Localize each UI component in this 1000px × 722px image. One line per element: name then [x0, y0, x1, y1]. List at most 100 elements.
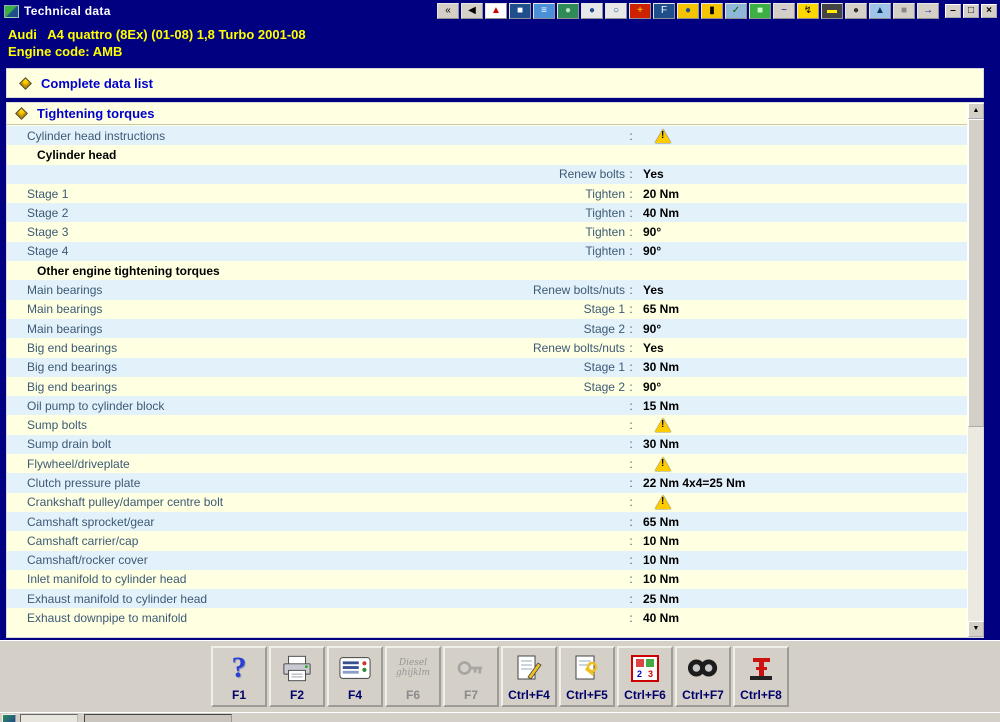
technical-data-window: Technical data «◀▲■≡●●○+F●▮✓■~↯▬●▲■→ –□×…: [0, 0, 1000, 722]
row-name: Stage 1: [27, 187, 68, 201]
warning-icon[interactable]: [655, 418, 671, 432]
function-key-label: F4: [348, 688, 362, 705]
row-value: 10 Nm: [637, 572, 967, 586]
engine-icon[interactable]: ●: [677, 3, 699, 19]
function-key-label: Ctrl+F6: [624, 688, 666, 705]
repair-times-icon[interactable]: +: [629, 3, 651, 19]
taskbar: [0, 712, 1000, 722]
tightening-torques-header[interactable]: Tightening torques: [7, 103, 967, 125]
notes-button[interactable]: Ctrl+F4: [501, 646, 557, 707]
start-button-fragment[interactable]: [2, 714, 16, 722]
warning-icon[interactable]: [655, 457, 671, 471]
row-left-cell: Cylinder head instructions: [7, 129, 625, 143]
row-name: Big end bearings: [27, 341, 117, 355]
timing-clock-icon[interactable]: ○: [605, 3, 627, 19]
warning-icon[interactable]: [655, 495, 671, 509]
table-row: Big end bearingsStage 2:90°: [7, 377, 967, 396]
table-row: Stage 4Tighten:90°: [7, 242, 967, 261]
service-check-icon[interactable]: ✓: [725, 3, 747, 19]
battery-icon[interactable]: ▬: [821, 3, 843, 19]
exit-icon[interactable]: →: [917, 3, 939, 19]
wiring-icon[interactable]: ~: [773, 3, 795, 19]
drawings-icon[interactable]: ≡: [533, 3, 555, 19]
row-left-cell: Stage 4 Tighten: [7, 244, 625, 258]
colon-separator: :: [625, 495, 637, 509]
colon-separator: :: [625, 302, 637, 316]
print-button[interactable]: F2: [269, 646, 325, 707]
section-title: Other engine tightening torques: [7, 264, 967, 278]
fuses-icon[interactable]: F: [653, 3, 675, 19]
technical-data-icon[interactable]: ■: [509, 3, 531, 19]
row-value: 90°: [637, 244, 967, 258]
colon-separator: :: [625, 611, 637, 625]
function-key-label: F1: [232, 688, 246, 705]
row-label: Stage 2: [584, 322, 625, 336]
minimize-button[interactable]: –: [945, 4, 961, 18]
row-name: Stage 4: [27, 244, 68, 258]
data-list-button[interactable]: F4: [327, 646, 383, 707]
colon-separator: :: [625, 534, 637, 548]
table-row: Sump bolts:: [7, 415, 967, 434]
row-label: Tighten: [585, 244, 625, 258]
lubricants-icon[interactable]: ▮: [701, 3, 723, 19]
colon-separator: :: [625, 322, 637, 336]
components-icon[interactable]: ■: [749, 3, 771, 19]
gauge-icon[interactable]: ●: [581, 3, 603, 19]
row-name: Stage 2: [27, 206, 68, 220]
scrollbar-thumb[interactable]: [968, 119, 984, 427]
table-row: Stage 1Tighten:20 Nm: [7, 184, 967, 203]
svg-text:2: 2: [637, 669, 642, 679]
first-record-icon[interactable]: «: [437, 3, 459, 19]
row-label: Tighten: [585, 206, 625, 220]
colon-separator: :: [625, 553, 637, 567]
row-value: 65 Nm: [637, 302, 967, 316]
printer-icon: [271, 648, 323, 688]
electrics-icon[interactable]: ↯: [797, 3, 819, 19]
lift-button[interactable]: Ctrl+F8: [733, 646, 789, 707]
tyres-button[interactable]: Ctrl+F7: [675, 646, 731, 707]
row-value: 40 Nm: [637, 611, 967, 625]
row-left-cell: Main bearings Stage 2: [7, 322, 625, 336]
titlebar-toolbar: «◀▲■≡●●○+F●▮✓■~↯▬●▲■→: [437, 3, 939, 19]
table-row: Camshaft sprocket/gear:65 Nm: [7, 512, 967, 531]
row-label: Tighten: [585, 187, 625, 201]
titlebar: Technical data «◀▲■≡●●○+F●▮✓■~↯▬●▲■→ –□×: [0, 0, 1000, 22]
colon-separator: :: [625, 283, 637, 297]
maximize-button[interactable]: □: [963, 4, 979, 18]
wheels-icon[interactable]: ●: [845, 3, 867, 19]
row-name: Camshaft/rocker cover: [27, 553, 148, 567]
warning-icon[interactable]: [655, 129, 671, 143]
close-button[interactable]: ×: [981, 4, 997, 18]
lifting-icon[interactable]: ▲: [869, 3, 891, 19]
row-label: Stage 1: [584, 360, 625, 374]
section-title: Cylinder head: [7, 148, 967, 162]
table-row: Exhaust downpipe to manifold:40 Nm: [7, 608, 967, 627]
row-name: Main bearings: [27, 322, 102, 336]
colon-separator: :: [625, 167, 637, 181]
hazard-warning-icon[interactable]: ▲: [485, 3, 507, 19]
vertical-scrollbar[interactable]: ▲ ▼: [967, 103, 983, 637]
globe-icon[interactable]: ●: [557, 3, 579, 19]
previous-record-icon[interactable]: ◀: [461, 3, 483, 19]
function-key-label: Ctrl+F4: [508, 688, 550, 705]
app-icon: [4, 5, 19, 18]
help-button[interactable]: ?F1: [211, 646, 267, 707]
row-name: Cylinder head instructions: [27, 129, 165, 143]
scroll-up-button[interactable]: ▲: [968, 103, 984, 119]
table-row: Big end bearingsRenew bolts/nuts:Yes: [7, 338, 967, 357]
parts-button[interactable]: 23Ctrl+F6: [617, 646, 673, 707]
scroll-down-button[interactable]: ▼: [968, 621, 984, 637]
row-value: Yes: [637, 167, 967, 181]
row-name: Sump drain bolt: [27, 437, 111, 451]
complete-data-list-link[interactable]: Complete data list: [41, 76, 153, 91]
worksheet-button[interactable]: Ctrl+F5: [559, 646, 615, 707]
row-value: Yes: [637, 341, 967, 355]
row-name: Inlet manifold to cylinder head: [27, 572, 186, 586]
complete-data-list-bar[interactable]: Complete data list: [6, 68, 984, 98]
row-value: 90°: [637, 322, 967, 336]
table-row: Crankshaft pulley/damper centre bolt:: [7, 493, 967, 512]
function-key-label: Ctrl+F8: [740, 688, 782, 705]
content-area: Complete data list Tightening torques Cy…: [0, 66, 1000, 640]
row-value: 65 Nm: [637, 515, 967, 529]
print-icon[interactable]: ■: [893, 3, 915, 19]
